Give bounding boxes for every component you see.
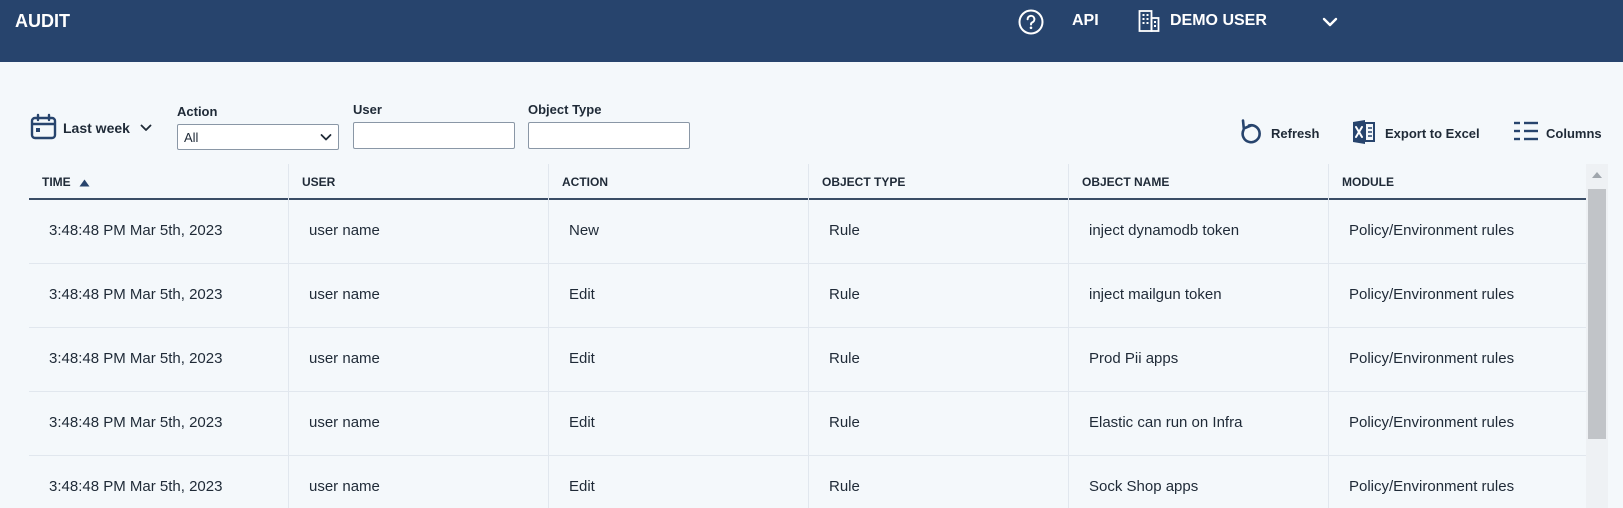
- date-range-dropdown[interactable]: Last week: [30, 113, 156, 143]
- export-excel-button[interactable]: Export to Excel: [1351, 118, 1487, 150]
- vertical-scrollbar[interactable]: [1586, 164, 1608, 508]
- export-excel-label: Export to Excel: [1385, 126, 1480, 141]
- user-cell: user name: [289, 200, 549, 264]
- object-type-filter-label: Object Type: [528, 102, 602, 117]
- time-cell: 3:48:48 PM Mar 5th, 2023: [29, 456, 289, 508]
- action-cell: New: [549, 200, 809, 264]
- column-header-label: OBJECT NAME: [1082, 175, 1170, 189]
- scrollbar-thumb[interactable]: [1588, 189, 1606, 439]
- action-cell: Edit: [549, 328, 809, 392]
- scroll-up-arrow-icon[interactable]: [1592, 172, 1602, 178]
- date-range-label: Last week: [63, 120, 130, 136]
- refresh-button[interactable]: Refresh: [1237, 118, 1347, 150]
- table-row[interactable]: 3:48:48 PM Mar 5th, 2023 user name New R…: [29, 200, 1586, 264]
- column-header-label: USER: [302, 175, 336, 189]
- api-link[interactable]: API: [1072, 12, 1099, 30]
- chevron-down-icon[interactable]: [1321, 14, 1339, 30]
- columns-icon: [1514, 121, 1538, 141]
- table-row[interactable]: 3:48:48 PM Mar 5th, 2023 user name Edit …: [29, 392, 1586, 456]
- sort-ascending-icon: [79, 176, 90, 190]
- time-cell: 3:48:48 PM Mar 5th, 2023: [29, 328, 289, 392]
- chevron-down-icon: [140, 124, 152, 131]
- object-type-cell: Rule: [809, 328, 1069, 392]
- object-type-cell: Rule: [809, 392, 1069, 456]
- user-filter-input[interactable]: [353, 122, 515, 149]
- column-header-label: OBJECT TYPE: [822, 175, 906, 189]
- audit-table: TIME USER ACTION OBJECT TYPE OBJECT NAME…: [29, 164, 1586, 508]
- object-name-cell: Sock Shop apps: [1069, 456, 1329, 508]
- object-type-cell: Rule: [809, 456, 1069, 508]
- time-cell: 3:48:48 PM Mar 5th, 2023: [29, 264, 289, 328]
- column-header-user[interactable]: USER: [289, 164, 549, 200]
- action-select-value: All: [184, 130, 199, 145]
- chevron-down-icon: [320, 134, 332, 141]
- table-row[interactable]: 3:48:48 PM Mar 5th, 2023 user name Edit …: [29, 456, 1586, 508]
- column-header-object-type[interactable]: OBJECT TYPE: [809, 164, 1069, 200]
- column-header-label: ACTION: [562, 175, 608, 189]
- module-cell: Policy/Environment rules: [1349, 286, 1515, 303]
- action-filter-label: Action: [177, 104, 218, 119]
- module-cell: Policy/Environment rules: [1349, 350, 1515, 367]
- object-type-cell: Rule: [809, 264, 1069, 328]
- object-name-cell: Elastic can run on Infra: [1069, 392, 1329, 456]
- user-cell: user name: [289, 392, 549, 456]
- action-cell: Edit: [549, 392, 809, 456]
- object-name-cell: inject mailgun token: [1069, 264, 1329, 328]
- user-filter-label: User: [353, 102, 382, 117]
- page-title: AUDIT: [15, 11, 70, 31]
- user-name: DEMO USER: [1170, 12, 1267, 29]
- action-cell: Edit: [549, 456, 809, 508]
- action-cell: Edit: [549, 264, 809, 328]
- help-circle-icon[interactable]: [1017, 8, 1045, 36]
- table-row[interactable]: 3:48:48 PM Mar 5th, 2023 user name Edit …: [29, 264, 1586, 328]
- object-name-cell: Prod Pii apps: [1069, 328, 1329, 392]
- building-icon: [1138, 10, 1160, 32]
- user-cell: user name: [289, 264, 549, 328]
- column-header-object-name[interactable]: OBJECT NAME: [1069, 164, 1329, 200]
- columns-button[interactable]: Columns: [1512, 118, 1608, 150]
- module-cell: Policy/Environment rules: [1349, 222, 1515, 239]
- columns-label: Columns: [1546, 126, 1602, 141]
- module-cell: Policy/Environment rules: [1349, 414, 1515, 431]
- calendar-icon: [30, 113, 57, 140]
- user-cell: user name: [289, 328, 549, 392]
- time-cell: 3:48:48 PM Mar 5th, 2023: [29, 392, 289, 456]
- table-row[interactable]: 3:48:48 PM Mar 5th, 2023 user name Edit …: [29, 328, 1586, 392]
- object-name-cell: inject dynamodb token: [1069, 200, 1329, 264]
- top-bar: AUDIT API DEMO USER: [0, 0, 1623, 62]
- module-cell: Policy/Environment rules: [1349, 478, 1515, 495]
- object-type-filter-input[interactable]: [528, 122, 690, 149]
- column-header-time[interactable]: TIME: [29, 164, 289, 200]
- column-header-label: MODULE: [1342, 175, 1394, 189]
- column-header-action[interactable]: ACTION: [549, 164, 809, 200]
- table-header: TIME USER ACTION OBJECT TYPE OBJECT NAME…: [29, 164, 1586, 200]
- action-select[interactable]: All: [177, 124, 339, 150]
- column-header-module[interactable]: MODULE: [1329, 164, 1586, 200]
- user-cell: user name: [289, 456, 549, 508]
- excel-icon: [1353, 120, 1375, 144]
- column-header-label: TIME: [42, 175, 71, 189]
- refresh-label: Refresh: [1271, 126, 1320, 141]
- time-cell: 3:48:48 PM Mar 5th, 2023: [29, 200, 289, 264]
- refresh-icon: [1241, 119, 1261, 144]
- object-type-cell: Rule: [809, 200, 1069, 264]
